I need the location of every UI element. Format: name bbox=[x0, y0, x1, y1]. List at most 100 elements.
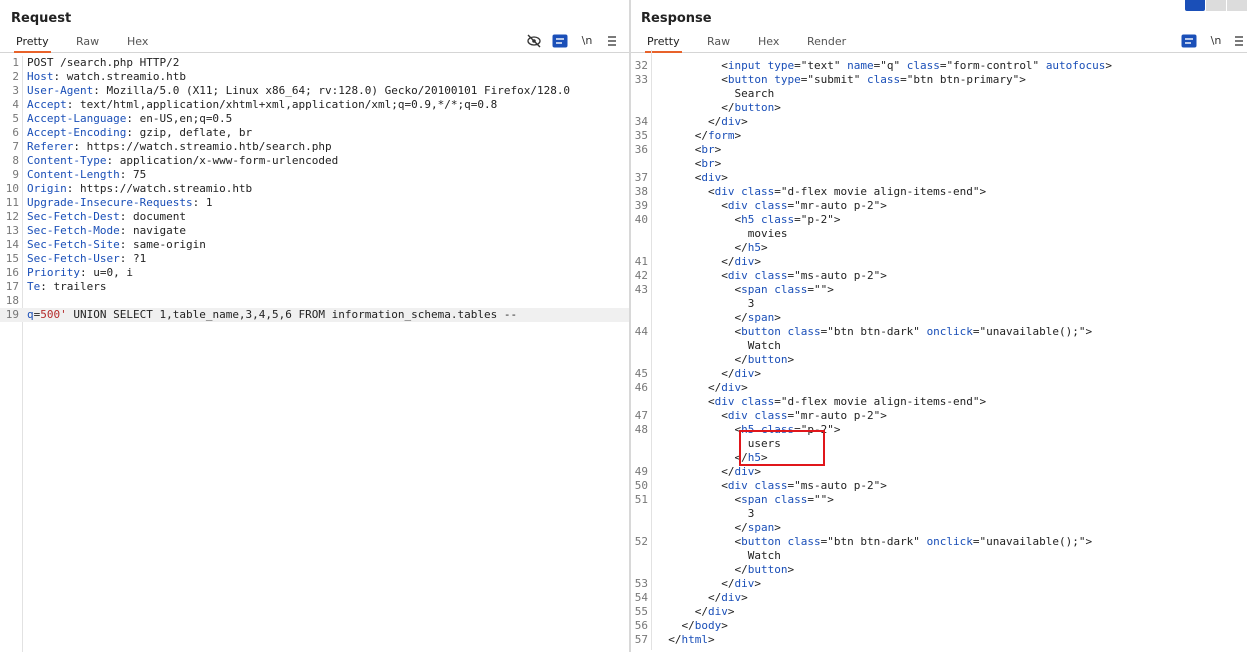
code-line[interactable]: <div class="d-flex movie align-items-end… bbox=[631, 395, 1247, 409]
code-line[interactable]: 40 <h5 class="p-2"> bbox=[631, 213, 1247, 227]
code-line[interactable]: 18 bbox=[0, 294, 630, 308]
code-line[interactable]: 41 </div> bbox=[631, 255, 1247, 269]
tab-hex[interactable]: Hex bbox=[125, 35, 150, 51]
eye-off-icon[interactable] bbox=[526, 34, 542, 48]
code-line[interactable]: 8 Content-Type: application/x-www-form-ur… bbox=[0, 154, 630, 168]
code-line[interactable]: 55 </div> bbox=[631, 605, 1247, 619]
code-line[interactable]: 47 <div class="mr-auto p-2"> bbox=[631, 409, 1247, 423]
code-line[interactable]: 10 Origin: https://watch.streamio.htb bbox=[0, 182, 630, 196]
code-line[interactable]: </h5> bbox=[631, 241, 1247, 255]
code-token: Host bbox=[27, 70, 54, 83]
code-line[interactable]: 33 <button type="submit" class="btn btn-… bbox=[631, 73, 1247, 87]
code-line[interactable]: Search bbox=[631, 87, 1247, 101]
code-line[interactable]: 14 Sec-Fetch-Site: same-origin bbox=[0, 238, 630, 252]
code-token: </ bbox=[655, 241, 748, 254]
tab-hex[interactable]: Hex bbox=[756, 35, 781, 51]
tab-raw[interactable]: Raw bbox=[74, 35, 101, 51]
code-line[interactable]: 36 <br> bbox=[631, 143, 1247, 157]
format-icon[interactable] bbox=[552, 34, 568, 48]
tab-pretty[interactable]: Pretty bbox=[14, 35, 51, 53]
code-line[interactable]: 17 Te: trailers bbox=[0, 280, 630, 294]
code-line[interactable]: 11 Upgrade-Insecure-Requests: 1 bbox=[0, 196, 630, 210]
code-line[interactable]: 13 Sec-Fetch-Mode: navigate bbox=[0, 224, 630, 238]
newline-icon[interactable]: \n bbox=[579, 34, 595, 48]
code-token: > bbox=[1105, 59, 1113, 72]
code-line[interactable]: 54 </div> bbox=[631, 591, 1247, 605]
code-line[interactable]: 2 Host: watch.streamio.htb bbox=[0, 70, 630, 84]
code-line[interactable]: </span> bbox=[631, 521, 1247, 535]
code-line[interactable]: </h5> bbox=[631, 451, 1247, 465]
code-line[interactable]: 50 <div class="ms-auto p-2"> bbox=[631, 479, 1247, 493]
code-line[interactable]: 12 Sec-Fetch-Dest: document bbox=[0, 210, 630, 224]
code-line[interactable]: </button> bbox=[631, 563, 1247, 577]
code-line[interactable]: </button> bbox=[631, 101, 1247, 115]
code-token: ="btn btn-dark" bbox=[820, 325, 927, 338]
code-line[interactable]: 39 <div class="mr-auto p-2"> bbox=[631, 199, 1247, 213]
format-icon[interactable] bbox=[1181, 34, 1197, 48]
code-line[interactable]: 7 Referer: https://watch.streamio.htb/sea… bbox=[0, 140, 630, 154]
code-line[interactable]: 35 </form> bbox=[631, 129, 1247, 143]
code-line[interactable]: 3 bbox=[631, 507, 1247, 521]
line-number: 46 bbox=[634, 381, 648, 394]
code-line[interactable]: 3 User-Agent: Mozilla/5.0 (X11; Linux x86… bbox=[0, 84, 630, 98]
code-line[interactable]: Watch bbox=[631, 549, 1247, 563]
code-line[interactable]: 34 </div> bbox=[631, 115, 1247, 129]
code-line[interactable]: 46 </div> bbox=[631, 381, 1247, 395]
tab-render[interactable]: Render bbox=[805, 35, 848, 51]
code-token: Upgrade-Insecure-Requests bbox=[27, 196, 193, 209]
code-token: : application/x-www-form-urlencoded bbox=[106, 154, 339, 167]
code-line[interactable]: users bbox=[631, 437, 1247, 451]
code-line[interactable]: movies bbox=[631, 227, 1247, 241]
code-line[interactable]: 43 <span class=""> bbox=[631, 283, 1247, 297]
code-token: : Mozilla/5.0 (X11; Linux x86_64; rv:128… bbox=[93, 84, 571, 97]
code-line[interactable]: 37 <div> bbox=[631, 171, 1247, 185]
code-line[interactable]: 49 </div> bbox=[631, 465, 1247, 479]
code-line[interactable]: 53 </div> bbox=[631, 577, 1247, 591]
layout-tabs-icon[interactable] bbox=[1227, 0, 1247, 11]
newline-icon[interactable]: \n bbox=[1208, 34, 1224, 48]
code-line[interactable]: 42 <div class="ms-auto p-2"> bbox=[631, 269, 1247, 283]
response-editor[interactable]: 32 <input type="text" name="q" class="fo… bbox=[631, 59, 1247, 647]
code-token: class bbox=[787, 535, 821, 548]
menu-icon[interactable] bbox=[604, 34, 620, 48]
code-token: > bbox=[760, 241, 768, 254]
line-number: 32 bbox=[634, 59, 648, 72]
code-line[interactable]: 3 bbox=[631, 297, 1247, 311]
code-token: class bbox=[866, 73, 901, 86]
code-line[interactable]: 5 Accept-Language: en-US,en;q=0.5 bbox=[0, 112, 630, 126]
code-line[interactable]: 16 Priority: u=0, i bbox=[0, 266, 630, 280]
code-token: div bbox=[727, 199, 748, 212]
code-token: : text/html,application/xhtml+xml,applic… bbox=[66, 98, 498, 111]
code-line[interactable]: 9 Content-Length: 75 bbox=[0, 168, 630, 182]
request-editor[interactable]: 1 POST /search.php HTTP/2 2 Host: watch.str… bbox=[0, 56, 630, 322]
menu-icon[interactable] bbox=[1231, 34, 1247, 48]
code-line[interactable]: Watch bbox=[631, 339, 1247, 353]
code-line[interactable]: 57 </html> bbox=[631, 633, 1247, 647]
code-line[interactable]: 19 q=500' UNION SELECT 1,table_name,3,4,5… bbox=[0, 308, 630, 322]
code-line[interactable]: 45 </div> bbox=[631, 367, 1247, 381]
code-line[interactable]: 44 <button class="btn btn-dark" onclick=… bbox=[631, 325, 1247, 339]
code-token: > bbox=[774, 101, 781, 114]
code-line[interactable]: 51 <span class=""> bbox=[631, 493, 1247, 507]
tab-raw[interactable]: Raw bbox=[705, 35, 732, 51]
code-line[interactable]: 48 <h5 class="p-2"> bbox=[631, 423, 1247, 437]
code-line[interactable]: 32 <input type="text" name="q" class="fo… bbox=[631, 59, 1247, 73]
layout-split-icon[interactable] bbox=[1185, 0, 1205, 11]
code-token: 500' bbox=[40, 308, 67, 321]
code-line[interactable]: 38 <div class="d-flex movie align-items-… bbox=[631, 185, 1247, 199]
code-line[interactable]: <br> bbox=[631, 157, 1247, 171]
line-number: 10 bbox=[5, 182, 19, 195]
code-line[interactable]: </span> bbox=[631, 311, 1247, 325]
code-token: type bbox=[774, 73, 801, 86]
code-line[interactable]: 6 Accept-Encoding: gzip, deflate, br bbox=[0, 126, 630, 140]
code-line[interactable]: 15 Sec-Fetch-User: ?1 bbox=[0, 252, 630, 266]
code-line[interactable]: 4 Accept: text/html,application/xhtml+xml… bbox=[0, 98, 630, 112]
layout-horizontal-icon[interactable] bbox=[1206, 0, 1226, 11]
code-line[interactable]: 56 </body> bbox=[631, 619, 1247, 633]
code-line[interactable]: 52 <button class="btn btn-dark" onclick=… bbox=[631, 535, 1247, 549]
code-line[interactable]: 1 POST /search.php HTTP/2 bbox=[0, 56, 630, 70]
code-token: < bbox=[655, 395, 715, 408]
code-line[interactable]: </button> bbox=[631, 353, 1247, 367]
line-number: 5 bbox=[12, 112, 19, 125]
code-token: User-Agent bbox=[27, 84, 94, 97]
